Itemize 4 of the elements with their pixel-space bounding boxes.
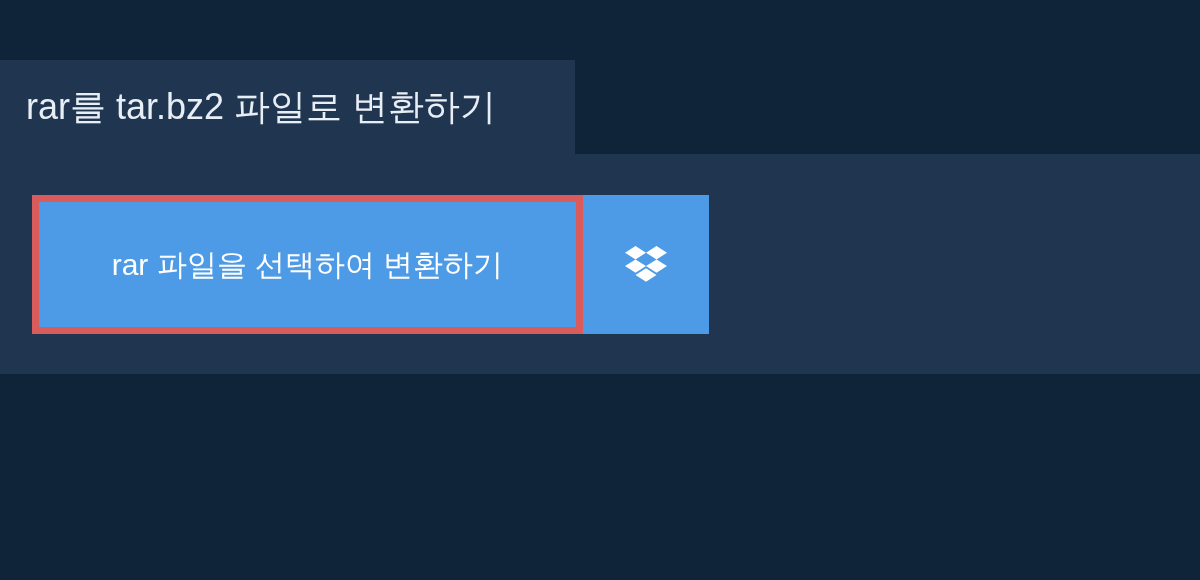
tab[interactable]: rar를 tar.bz2 파일로 변환하기: [0, 60, 575, 154]
dropbox-button[interactable]: [583, 194, 709, 334]
tab-title: rar를 tar.bz2 파일로 변환하기: [26, 85, 497, 129]
dropbox-icon: [625, 246, 667, 282]
